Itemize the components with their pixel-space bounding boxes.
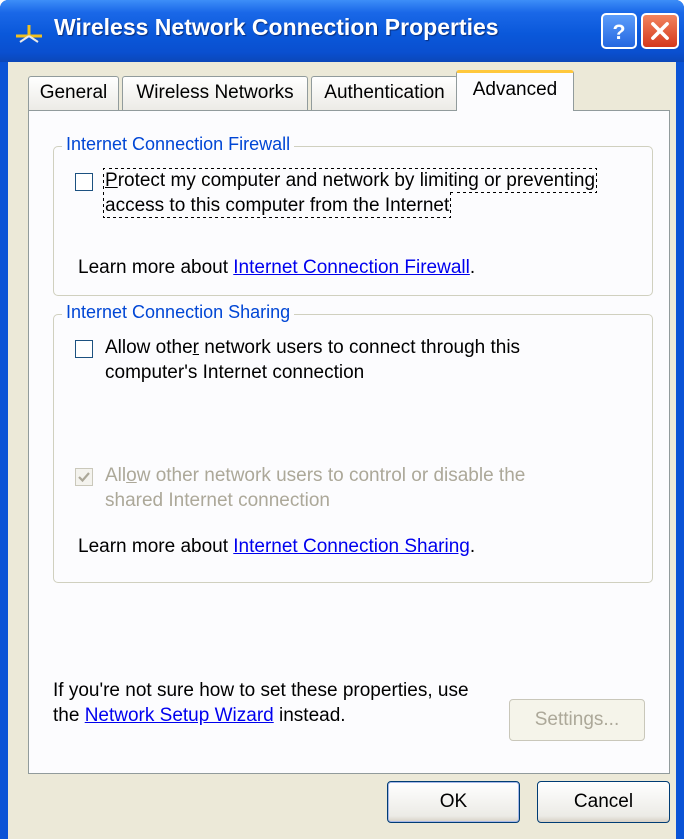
setup-hint-prefix: the <box>53 705 85 726</box>
allow-control-label[interactable]: Allow other network users to control or … <box>105 463 525 513</box>
setup-hint-suffix: instead. <box>273 705 346 726</box>
allow-connect-label[interactable]: Allow other network users to connect thr… <box>105 335 520 385</box>
accelerator-key: P <box>105 170 118 191</box>
properties-dialog: Wireless Network Connection Properties ?… <box>0 0 684 839</box>
sharing-learn-suffix: . <box>469 536 476 557</box>
allow-connect-checkbox[interactable] <box>75 340 93 358</box>
protect-computer-checkbox[interactable] <box>75 173 93 191</box>
sharing-group-label: Internet Connection Sharing <box>62 302 295 323</box>
network-connection-icon <box>16 25 42 43</box>
help-icon: ? <box>612 20 625 44</box>
protect-line2: access to this computer from the Interne… <box>105 195 450 216</box>
allow-control-pre: All <box>105 465 127 486</box>
settings-button[interactable]: Settings... <box>509 699 645 741</box>
allow-control-line2: shared Internet connection <box>105 490 330 511</box>
firewall-learn-prefix: Learn more about <box>78 257 234 278</box>
protect-line1: rotect my computer and network by limiti… <box>117 170 596 191</box>
accelerator-key: o <box>126 465 137 486</box>
firewall-learn-more: Learn more about Internet Connection Fir… <box>78 257 475 279</box>
help-button[interactable]: ? <box>601 13 637 49</box>
ok-button[interactable]: OK <box>387 781 520 823</box>
dialog-client-area: General Wireless Networks Authentication… <box>8 62 676 839</box>
setup-hint: If you're not sure how to set these prop… <box>53 678 469 728</box>
svg-text:?: ? <box>612 20 625 44</box>
allow-connect-pre: Allow othe <box>105 337 193 358</box>
firewall-learn-suffix: . <box>469 257 476 278</box>
allow-control-checkbox[interactable] <box>75 468 93 486</box>
sharing-groupbox: Internet Connection Sharing Allow other … <box>53 302 653 583</box>
protect-computer-text: Protect my computer and network by limit… <box>102 168 598 218</box>
firewall-group-label: Internet Connection Firewall <box>62 134 295 155</box>
allow-connect-post: network users to connect through this <box>199 337 521 358</box>
allow-control-post: w other network users to control or disa… <box>136 465 526 486</box>
checkmark-icon <box>78 472 90 483</box>
network-setup-wizard-link[interactable]: Network Setup Wizard <box>85 705 274 726</box>
sharing-learn-prefix: Learn more about <box>78 536 234 557</box>
advanced-tab-panel: Internet Connection Firewall Protect my … <box>28 110 670 774</box>
sharing-help-link[interactable]: Internet Connection Sharing <box>233 536 470 557</box>
sharing-learn-more: Learn more about Internet Connection Sha… <box>78 536 475 558</box>
setup-hint-line1: If you're not sure how to set these prop… <box>53 680 469 701</box>
tab-wireless-networks[interactable]: Wireless Networks <box>122 76 308 110</box>
firewall-groupbox: Internet Connection Firewall Protect my … <box>53 134 653 296</box>
tab-advanced[interactable]: Advanced <box>456 70 574 111</box>
close-icon <box>651 22 669 40</box>
protect-computer-label[interactable]: Protect my computer and network by limit… <box>102 168 598 218</box>
tab-general[interactable]: General <box>28 76 119 110</box>
cancel-button[interactable]: Cancel <box>537 781 670 823</box>
title-bar[interactable]: Wireless Network Connection Properties ? <box>0 0 684 62</box>
tab-authentication[interactable]: Authentication <box>311 76 458 110</box>
window-title: Wireless Network Connection Properties <box>54 14 499 40</box>
close-button[interactable] <box>641 13 679 49</box>
allow-connect-line2: computer's Internet connection <box>105 362 365 383</box>
firewall-help-link[interactable]: Internet Connection Firewall <box>233 257 470 278</box>
